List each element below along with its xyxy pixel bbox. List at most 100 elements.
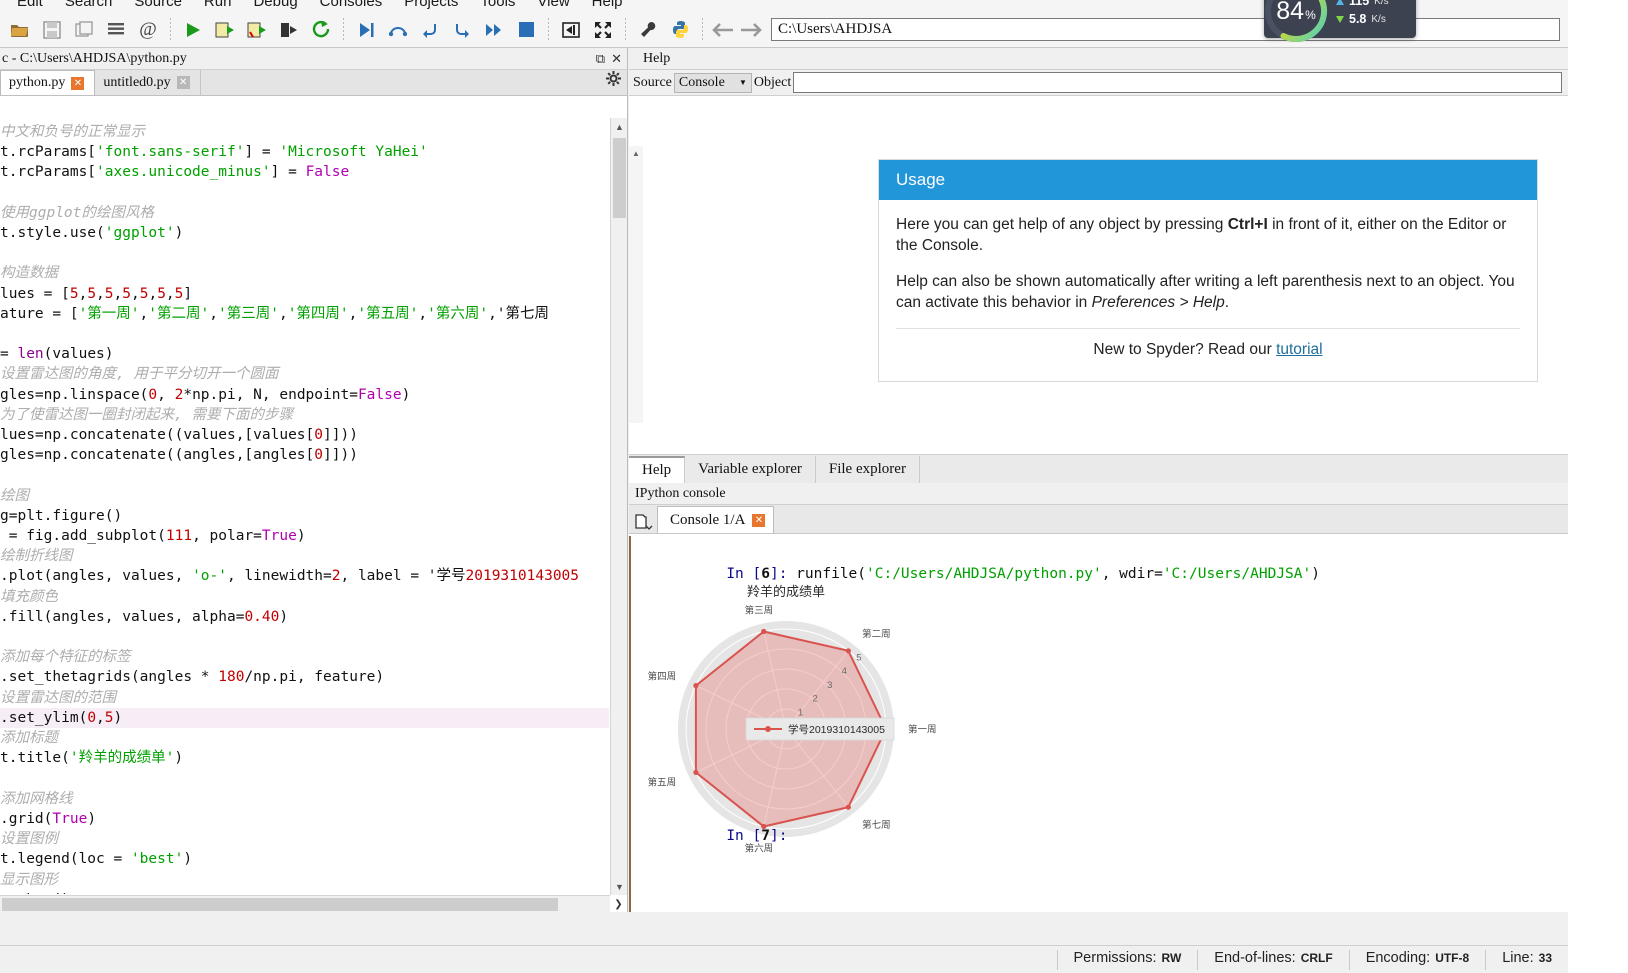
code-editor[interactable]: 中文和负号的正常显示 t.rcParams['font.sans-serif']… <box>0 118 627 912</box>
status-value: CRLF <box>1300 950 1333 965</box>
wdir-path-text: 'C:/Users/AHDJSA' <box>1162 566 1312 582</box>
scroll-down-icon[interactable]: ▼ <box>611 878 627 895</box>
toolbar-separator <box>343 17 344 42</box>
status-key: End-of-lines: <box>1214 949 1296 966</box>
menu-item-view[interactable]: View <box>526 0 580 12</box>
prompt-text: ]: <box>769 828 788 844</box>
prompt-text: In [ <box>726 828 762 844</box>
preferences-icon[interactable] <box>633 15 663 45</box>
pythonpath-icon[interactable] <box>665 15 695 45</box>
menu-item-search[interactable]: Search <box>54 0 124 12</box>
menu-item-help[interactable]: Help <box>581 0 634 12</box>
help-source-select[interactable]: Console ▼ <box>673 72 752 93</box>
run-cell-icon[interactable] <box>210 15 240 45</box>
help-vertical-scrollbar[interactable]: ▲ <box>629 146 643 423</box>
console-tabstrip: Console 1/A ✕ <box>629 505 1568 534</box>
help-toolbar: Source Console ▼ Object <box>629 70 1568 96</box>
scroll-right-icon[interactable]: ❯ <box>610 896 627 912</box>
new-console-folder-icon[interactable] <box>633 509 657 533</box>
menu-item-source[interactable]: Source <box>123 0 193 12</box>
menu-item-consoles[interactable]: Consoles <box>309 0 394 12</box>
rerun-icon[interactable] <box>306 15 336 45</box>
usage-text: . <box>1224 294 1230 312</box>
save-icon[interactable] <box>37 15 67 45</box>
toolbar-separator <box>625 17 626 42</box>
chart-data-point <box>693 769 699 775</box>
close-icon[interactable]: ✕ <box>611 51 622 67</box>
close-icon[interactable]: ✕ <box>71 76 85 90</box>
menu-item-tools[interactable]: Tools <box>469 0 526 12</box>
console-output[interactable]: In [6]: runfile('C:/Users/AHDJSA/python.… <box>629 536 1568 912</box>
editor-tab-label: untitled0.py <box>103 74 171 90</box>
scroll-up-icon[interactable]: ▲ <box>629 146 643 160</box>
editor-vertical-scrollbar[interactable]: ▲ ▼ <box>610 118 627 895</box>
menu-item-edit[interactable]: Edit <box>6 0 54 12</box>
console-tab-1a[interactable]: Console 1/A ✕ <box>657 506 775 533</box>
at-icon[interactable]: @ <box>133 15 163 45</box>
back-arrow-icon[interactable] <box>709 16 737 44</box>
working-directory-input[interactable]: C:\Users\AHDJSA <box>771 18 1560 41</box>
menu-item-debug[interactable]: Debug <box>242 0 308 12</box>
stop-icon[interactable] <box>511 15 541 45</box>
editor-options-button[interactable] <box>606 71 621 91</box>
step-over-icon[interactable] <box>383 15 413 45</box>
chart-r-tick-label: 2 <box>813 694 818 705</box>
object-label: Object <box>753 74 792 90</box>
preferences-path-text: Preferences > Help <box>1091 294 1225 312</box>
open-folder-icon[interactable] <box>5 15 35 45</box>
console-pane-title: IPython console <box>635 486 726 501</box>
step-return-icon[interactable] <box>447 15 477 45</box>
status-key: Permissions: <box>1073 949 1157 966</box>
gear-icon <box>606 71 621 86</box>
tutorial-link[interactable]: tutorial <box>1276 341 1323 358</box>
menu-item-run[interactable]: Run <box>193 0 243 12</box>
fullscreen-icon[interactable] <box>588 15 618 45</box>
command-text: ) <box>1311 566 1320 582</box>
scrollbar-thumb[interactable] <box>2 898 558 911</box>
cpu-percent-value: 84 <box>1276 0 1305 25</box>
chart-data-point <box>693 683 699 689</box>
scroll-up-icon[interactable]: ▲ <box>611 118 627 135</box>
restore-icon[interactable]: ⧉ <box>596 51 605 67</box>
chart-r-tick-label: 1 <box>798 707 803 718</box>
save-all-icon[interactable] <box>69 15 99 45</box>
close-icon[interactable]: ✕ <box>176 76 190 89</box>
editor-horizontal-scrollbar[interactable]: ❯ <box>0 895 623 912</box>
status-key: Encoding: <box>1365 949 1431 966</box>
list-icon[interactable] <box>101 15 131 45</box>
shortcut-text: Ctrl+I <box>1227 216 1268 233</box>
tab-file-explorer[interactable]: File explorer <box>815 456 920 483</box>
desktop-background <box>1568 0 1628 973</box>
maximize-pane-icon[interactable] <box>556 15 586 45</box>
chart-category-label: 第五周 <box>648 776 677 788</box>
run-cell-advance-icon[interactable] <box>242 15 272 45</box>
close-icon[interactable]: ✕ <box>752 513 766 527</box>
chart-r-tick-label: 5 <box>856 653 861 664</box>
scrollbar-thumb[interactable] <box>613 138 626 218</box>
tab-help[interactable]: Help <box>629 456 686 483</box>
download-row: 5.8 K/s <box>1336 12 1389 26</box>
usage-card-title: Usage <box>879 160 1537 200</box>
tab-variable-explorer[interactable]: Variable explorer <box>685 456 816 483</box>
download-value: 5.8 <box>1349 12 1367 26</box>
toolbar-separator <box>548 17 549 42</box>
run-icon[interactable] <box>178 15 208 45</box>
continue-icon[interactable] <box>479 15 509 45</box>
chart-data-point <box>761 628 767 635</box>
step-into-icon[interactable] <box>415 15 445 45</box>
debug-icon[interactable] <box>351 15 381 45</box>
menu-item-projects[interactable]: Projects <box>393 0 469 12</box>
help-object-input[interactable] <box>793 72 1562 93</box>
forward-arrow-icon[interactable] <box>737 16 765 44</box>
run-selection-icon[interactable] <box>274 15 304 45</box>
system-monitor-widget[interactable]: 84% 115 K/s 5.8 K/s <box>1264 0 1416 42</box>
source-code[interactable]: 中文和负号的正常显示 t.rcParams['font.sans-serif']… <box>0 122 609 894</box>
editor-tab-python-py[interactable]: python.py ✕ <box>0 70 96 95</box>
usage-paragraph-2: Help can also be shown automatically aft… <box>896 271 1520 314</box>
chart-category-label: 第三周 <box>745 605 774 617</box>
editor-tab-label: python.py <box>9 75 66 90</box>
chart-category-label: 第四周 <box>648 671 677 683</box>
editor-tab-untitled0-py[interactable]: untitled0.py ✕ <box>95 70 201 95</box>
help-pane: Help Source Console ▼ Object ▲ Usage Her… <box>629 48 1568 483</box>
status-line: Line: 33 <box>1485 949 1568 970</box>
